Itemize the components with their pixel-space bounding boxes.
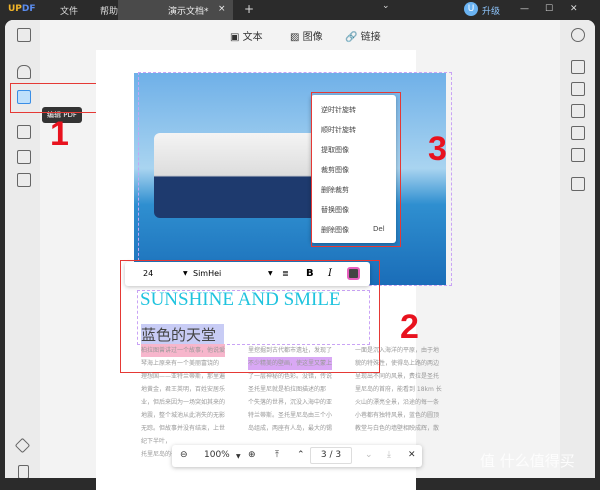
- bookmark-icon[interactable]: [18, 465, 29, 478]
- page-number-input[interactable]: 3 / 3: [310, 447, 352, 464]
- organize-pages-icon[interactable]: [17, 125, 31, 139]
- convert-file-icon[interactable]: [571, 82, 585, 96]
- title-bar: UPDF 文件 帮助 演示文档* × + ⌄ U 升级 — ☐ ✕: [0, 0, 600, 20]
- image-selection-frame[interactable]: [138, 72, 452, 286]
- search-icon[interactable]: [571, 28, 585, 42]
- close-button[interactable]: ✕: [570, 4, 578, 14]
- upgrade-button[interactable]: 升级: [482, 4, 500, 17]
- tab-document[interactable]: 演示文档* ×: [118, 0, 233, 20]
- text-column-3[interactable]: 一面是沉入海洋的平原，由于地 貌的特殊性，使得岛上路的两边 呈现出不同的风景，费拉是…: [355, 344, 445, 435]
- add-link-button[interactable]: 🔗 链接: [345, 28, 381, 43]
- add-text-button[interactable]: ▣ 文本: [230, 28, 263, 43]
- layers-icon[interactable]: [14, 437, 31, 454]
- zoom-level-select[interactable]: 100%: [204, 450, 230, 460]
- convert-icon[interactable]: [17, 173, 31, 187]
- thumbnail-icon[interactable]: [17, 28, 31, 42]
- text-column-2[interactable]: 里挖掘到古代都市遗址，发现了 不少精美的壁画，使这里又蒙上 了一层神秘的色彩。没…: [248, 344, 348, 435]
- comment-icon[interactable]: [17, 65, 31, 79]
- menu-file[interactable]: 文件: [60, 4, 78, 17]
- annotation-box-3: [311, 92, 401, 247]
- share-icon[interactable]: [571, 126, 585, 140]
- annotation-number-1: 1: [50, 115, 69, 153]
- annotation-number-3: 3: [428, 130, 447, 168]
- tab-close-icon[interactable]: ×: [218, 4, 226, 14]
- close-zoom-bar-icon[interactable]: ✕: [408, 450, 416, 460]
- new-tab-icon[interactable]: +: [244, 2, 254, 16]
- save-icon[interactable]: [571, 177, 585, 191]
- first-page-icon[interactable]: ⤒: [275, 450, 279, 460]
- annotation-number-2: 2: [400, 308, 419, 346]
- zoom-bar: ⊖ 100% ▼ ⊕ ⤒ ⌃ 3 / 3 ⌄ ⤓ ✕: [172, 445, 422, 467]
- app-logo: UPDF: [8, 4, 36, 14]
- text-column-1[interactable]: 柏拉图曾讲过一个故事，他说爱 琴海上原来有一个美丽富饶的 理想国——亚特兰蒂斯，那…: [141, 344, 241, 461]
- edit-toolbar: ▣ 文本 ▨ 图像 🔗 链接: [40, 20, 560, 48]
- maximize-button[interactable]: ☐: [545, 4, 553, 14]
- previous-page-icon[interactable]: ⌃: [297, 450, 305, 460]
- chevron-down-icon[interactable]: ⌄: [382, 1, 390, 11]
- last-page-icon[interactable]: ⤓: [387, 450, 391, 460]
- chevron-down-icon[interactable]: ▼: [236, 453, 241, 460]
- zoom-out-icon[interactable]: ⊖: [180, 450, 188, 460]
- avatar[interactable]: U: [464, 2, 478, 16]
- watermark: 值 什么值得买: [480, 452, 575, 470]
- email-icon[interactable]: [571, 148, 585, 162]
- next-page-icon[interactable]: ⌄: [365, 450, 373, 460]
- right-sidebar: [560, 20, 595, 478]
- protect-icon[interactable]: [571, 104, 585, 118]
- minimize-button[interactable]: —: [520, 4, 529, 14]
- menu-help[interactable]: 帮助: [100, 4, 118, 17]
- zoom-in-icon[interactable]: ⊕: [248, 450, 256, 460]
- tab-title: 演示文档*: [168, 7, 209, 17]
- crop-icon[interactable]: [17, 150, 31, 164]
- ocr-icon[interactable]: [571, 60, 585, 74]
- add-image-button[interactable]: ▨ 图像: [290, 28, 323, 43]
- annotation-box-1: [10, 83, 105, 113]
